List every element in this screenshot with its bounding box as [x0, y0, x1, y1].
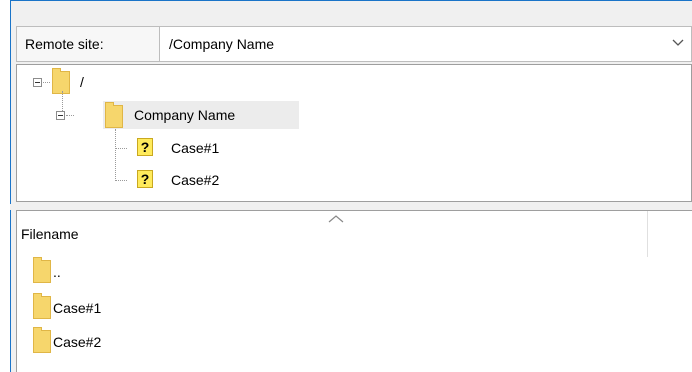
folder-icon	[33, 293, 51, 319]
remote-site-bar: Remote site: /Company Name	[16, 26, 692, 62]
file-name: Case#1	[53, 300, 102, 316]
list-item[interactable]: ..	[33, 257, 233, 287]
tree-node-case2[interactable]: ? Case#2	[115, 167, 265, 193]
file-name: ..	[53, 264, 61, 280]
tree-node-label: Company Name	[134, 107, 236, 123]
sort-ascending-icon[interactable]	[327, 214, 345, 224]
tree-connector	[115, 180, 127, 182]
list-item[interactable]: Case#1	[33, 293, 233, 323]
tree-connector	[66, 115, 74, 117]
tree-node-label: /	[80, 74, 84, 90]
tree-connector	[115, 148, 127, 150]
chevron-down-icon[interactable]	[671, 35, 685, 49]
collapse-icon[interactable]	[56, 111, 65, 120]
tree-node-label: Case#1	[171, 140, 220, 156]
tree-node-company-name[interactable]: Company Name	[56, 102, 306, 128]
folder-icon	[52, 68, 70, 94]
folder-icon	[33, 327, 51, 353]
tree-connector	[43, 82, 50, 84]
remote-directory-tree[interactable]: / Company Name ? Case#1 ? Case#2	[16, 64, 692, 202]
folder-icon	[105, 102, 123, 128]
collapse-icon[interactable]	[33, 78, 42, 87]
tree-node-case1[interactable]: ? Case#1	[115, 135, 265, 161]
tree-node-label: Case#2	[171, 172, 220, 188]
list-item[interactable]: Case#2	[33, 327, 233, 357]
remote-site-path-input[interactable]: /Company Name	[169, 27, 274, 61]
unknown-folder-icon: ?	[137, 170, 153, 188]
remote-file-list[interactable]: Filename .. Case#1 Case#2	[16, 210, 692, 372]
remote-site-label: Remote site:	[17, 27, 160, 61]
file-name: Case#2	[53, 334, 102, 350]
unknown-folder-icon: ?	[137, 138, 153, 156]
folder-icon	[33, 257, 51, 283]
